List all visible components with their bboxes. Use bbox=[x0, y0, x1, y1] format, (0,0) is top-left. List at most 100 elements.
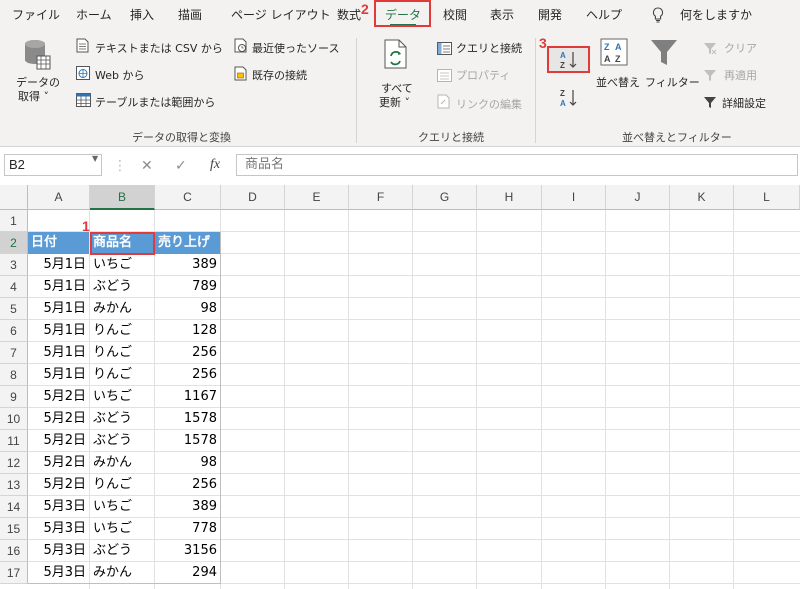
group-label-get-transform: データの取得と変換 bbox=[132, 131, 231, 144]
gridline bbox=[348, 210, 349, 589]
row-header[interactable]: 17 bbox=[0, 562, 28, 584]
column-header[interactable]: G bbox=[413, 185, 477, 210]
row-header[interactable]: 9 bbox=[0, 386, 28, 408]
worksheet-grid[interactable]: ABCDEFGHIJKL 1 2 3 4 5 6 7 8 9 10 11 12 13 14 15 16 17 日… bbox=[0, 185, 800, 589]
sort-ascending-icon: AZ bbox=[560, 50, 578, 74]
sort-button[interactable]: 並べ替え bbox=[596, 74, 640, 90]
from-text-csv-button[interactable]: テキストまたは CSV から bbox=[95, 40, 223, 56]
recent-sources-button[interactable]: 最近使ったソース bbox=[252, 40, 339, 56]
column-header[interactable]: D bbox=[221, 185, 285, 210]
text-file-icon bbox=[76, 38, 89, 57]
selected-cell-outline bbox=[90, 232, 155, 255]
column-header[interactable]: E bbox=[285, 185, 349, 210]
tab-draw[interactable]: 描画 bbox=[178, 0, 202, 30]
row-header[interactable]: 4 bbox=[0, 276, 28, 298]
row-header[interactable]: 15 bbox=[0, 518, 28, 540]
column-header[interactable]: C bbox=[155, 185, 221, 210]
column-header[interactable]: I bbox=[542, 185, 606, 210]
row-header[interactable]: 7 bbox=[0, 342, 28, 364]
svg-text:A: A bbox=[615, 42, 622, 52]
advanced-button[interactable]: 詳細設定 bbox=[722, 95, 766, 111]
tell-me-search[interactable]: 何をしますか bbox=[680, 0, 752, 30]
row-header[interactable]: 8 bbox=[0, 364, 28, 386]
annotation-marker-1: 1 bbox=[82, 218, 90, 234]
gridline bbox=[605, 210, 606, 589]
svg-text:Z: Z bbox=[560, 61, 565, 70]
svg-text:Z: Z bbox=[604, 42, 610, 52]
web-icon bbox=[76, 65, 90, 84]
select-all-corner[interactable] bbox=[0, 185, 28, 210]
row-header[interactable]: 10 bbox=[0, 408, 28, 430]
recent-sources-icon bbox=[234, 38, 248, 57]
sort-ascending-button[interactable]: AZ bbox=[547, 46, 590, 73]
insert-function-icon[interactable]: fx bbox=[210, 157, 220, 173]
svg-text:A: A bbox=[604, 54, 611, 64]
row-header[interactable]: 5 bbox=[0, 298, 28, 320]
advanced-filter-icon bbox=[703, 94, 717, 113]
column-header[interactable]: J bbox=[606, 185, 670, 210]
gridline bbox=[412, 210, 413, 589]
row-header[interactable]: 16 bbox=[0, 540, 28, 562]
enter-icon[interactable]: ✓ bbox=[175, 158, 187, 174]
clear-button[interactable]: クリア bbox=[724, 40, 757, 56]
tab-insert[interactable]: 挿入 bbox=[130, 0, 154, 30]
from-table-range-button[interactable]: テーブルまたは範囲から bbox=[95, 94, 215, 110]
svg-text:Z: Z bbox=[560, 89, 565, 98]
svg-text:Z: Z bbox=[615, 54, 621, 64]
svg-text:A: A bbox=[560, 99, 566, 108]
row-header[interactable]: 12 bbox=[0, 452, 28, 474]
tab-file[interactable]: ファイル bbox=[12, 0, 60, 30]
column-header[interactable]: A bbox=[28, 185, 90, 210]
get-data-icon bbox=[22, 38, 52, 74]
group-label-sort-filter: 並べ替えとフィルター bbox=[622, 131, 732, 144]
reapply-button[interactable]: 再適用 bbox=[724, 67, 757, 83]
tab-home[interactable]: ホーム bbox=[76, 0, 112, 30]
edit-links-icon bbox=[437, 94, 451, 113]
formula-input[interactable]: 商品名 bbox=[236, 154, 798, 176]
column-header[interactable]: L bbox=[734, 185, 800, 210]
cancel-icon[interactable]: ✕ bbox=[141, 158, 153, 174]
sort-descending-icon[interactable]: ZA bbox=[560, 88, 578, 112]
existing-connections-button[interactable]: 既存の接続 bbox=[252, 67, 307, 83]
row-header[interactable]: 11 bbox=[0, 430, 28, 452]
column-header[interactable]: K bbox=[670, 185, 734, 210]
tab-view[interactable]: 表示 bbox=[490, 0, 514, 30]
table-border bbox=[28, 232, 221, 584]
gridline bbox=[669, 210, 670, 589]
sort-dialog-icon: ZAAZ bbox=[600, 38, 628, 70]
edit-links-button[interactable]: リンクの編集 bbox=[456, 96, 522, 112]
row-header[interactable]: 2 bbox=[0, 232, 28, 254]
tab-review[interactable]: 校閲 bbox=[443, 0, 467, 30]
group-divider bbox=[356, 38, 357, 143]
gridline bbox=[733, 210, 734, 589]
refresh-all-dropdown[interactable]: 更新 ˅ bbox=[379, 94, 410, 110]
tab-formulas[interactable]: 数式 bbox=[337, 0, 361, 30]
queries-connections-button[interactable]: クエリと接続 bbox=[456, 40, 522, 56]
properties-button[interactable]: プロパティ bbox=[456, 67, 510, 83]
get-data-dropdown[interactable]: 取得 ˅ bbox=[18, 88, 49, 104]
annotation-marker-2: 2 bbox=[361, 1, 369, 17]
row-header[interactable]: 14 bbox=[0, 496, 28, 518]
from-web-button[interactable]: Web から bbox=[95, 67, 144, 83]
row-header[interactable]: 1 bbox=[0, 210, 28, 232]
ribbon: データの 取得 ˅ テキストまたは CSV から Web から テーブルまたは範… bbox=[0, 30, 800, 147]
filter-button[interactable]: フィルター bbox=[645, 74, 700, 90]
column-header[interactable]: H bbox=[477, 185, 542, 210]
row-header[interactable]: 6 bbox=[0, 320, 28, 342]
name-box[interactable]: B2 bbox=[4, 154, 102, 176]
chevron-down-icon[interactable]: ▼ bbox=[92, 154, 98, 163]
annotation-marker-3: 3 bbox=[539, 35, 547, 51]
tab-help[interactable]: ヘルプ bbox=[586, 0, 622, 30]
column-header[interactable]: F bbox=[349, 185, 413, 210]
tab-developer[interactable]: 開発 bbox=[538, 0, 562, 30]
table-icon bbox=[76, 92, 91, 111]
reapply-icon bbox=[703, 67, 717, 86]
properties-icon bbox=[437, 67, 452, 86]
row-header[interactable]: 3 bbox=[0, 254, 28, 276]
column-header[interactable]: B bbox=[90, 185, 155, 210]
existing-connections-icon bbox=[234, 66, 248, 85]
refresh-all-icon bbox=[383, 38, 409, 74]
row-header[interactable]: 13 bbox=[0, 474, 28, 496]
queries-connections-icon bbox=[437, 40, 452, 59]
tab-page-layout[interactable]: ページ レイアウト bbox=[231, 0, 331, 30]
